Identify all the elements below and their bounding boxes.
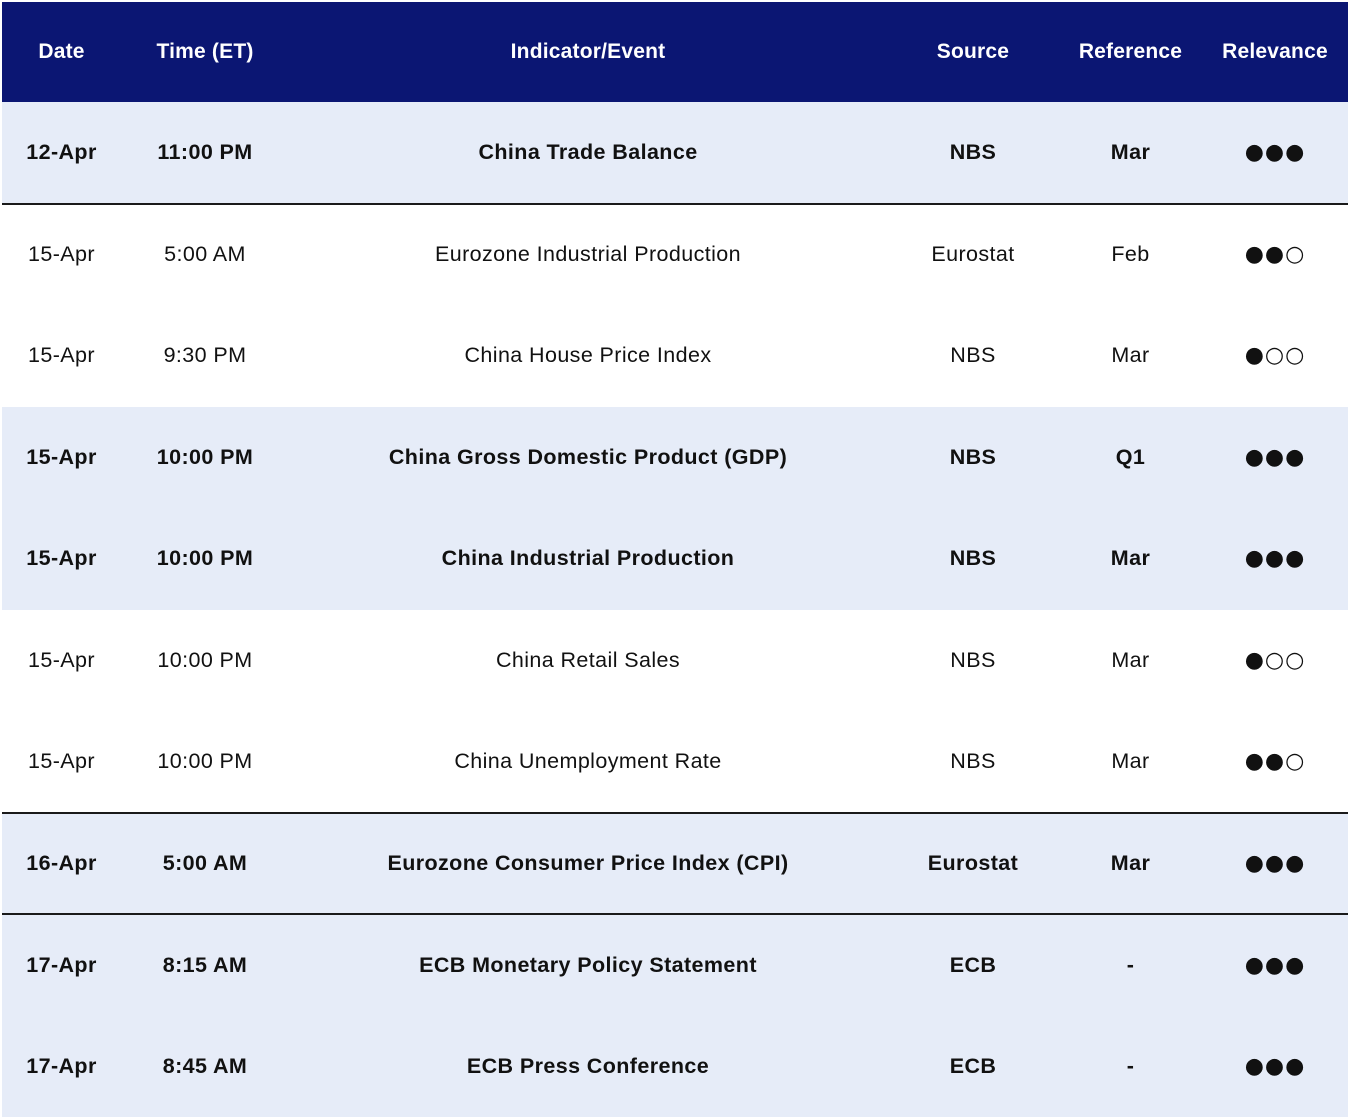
cell-reference: Mar	[1059, 305, 1202, 407]
cell-indicator: China Trade Balance	[289, 102, 887, 204]
cell-source: NBS	[887, 407, 1059, 509]
table-body: 12-Apr 11:00 PM China Trade Balance NBS …	[2, 102, 1348, 1117]
header-row: Date Time (ET) Indicator/Event Source Re…	[2, 2, 1348, 102]
cell-date: 15-Apr	[2, 407, 121, 509]
cell-reference: -	[1059, 914, 1202, 1016]
cell-relevance: ●●●	[1202, 508, 1348, 610]
cell-indicator: China Unemployment Rate	[289, 711, 887, 813]
cell-source: ECB	[887, 914, 1059, 1016]
cell-reference: Mar	[1059, 102, 1202, 204]
cell-source: NBS	[887, 508, 1059, 610]
header-relevance: Relevance	[1202, 2, 1348, 102]
cell-source: Eurostat	[887, 813, 1059, 915]
cell-time: 10:00 PM	[121, 711, 289, 813]
cell-time: 8:45 AM	[121, 1016, 289, 1117]
table-row: 15-Apr 10:00 PM China Unemployment Rate …	[2, 711, 1348, 813]
header-time: Time (ET)	[121, 2, 289, 102]
cell-reference: Mar	[1059, 711, 1202, 813]
cell-date: 15-Apr	[2, 508, 121, 610]
cell-date: 17-Apr	[2, 1016, 121, 1117]
cell-relevance: ●●●	[1202, 102, 1348, 204]
cell-time: 10:00 PM	[121, 610, 289, 712]
cell-reference: -	[1059, 1016, 1202, 1117]
cell-relevance: ●○○	[1202, 610, 1348, 712]
header-indicator: Indicator/Event	[289, 2, 887, 102]
cell-relevance: ●●●	[1202, 813, 1348, 915]
header-reference: Reference	[1059, 2, 1202, 102]
cell-time: 11:00 PM	[121, 102, 289, 204]
cell-source: Eurostat	[887, 204, 1059, 306]
cell-time: 8:15 AM	[121, 914, 289, 1016]
cell-time: 10:00 PM	[121, 407, 289, 509]
cell-relevance: ●●○	[1202, 711, 1348, 813]
cell-time: 5:00 AM	[121, 813, 289, 915]
table-row: 15-Apr 10:00 PM China Gross Domestic Pro…	[2, 407, 1348, 509]
cell-indicator: Eurozone Industrial Production	[289, 204, 887, 306]
cell-reference: Mar	[1059, 508, 1202, 610]
cell-indicator: ECB Press Conference	[289, 1016, 887, 1117]
header-source: Source	[887, 2, 1059, 102]
cell-relevance: ●●○	[1202, 204, 1348, 306]
table-row: 15-Apr 10:00 PM China Industrial Product…	[2, 508, 1348, 610]
cell-date: 15-Apr	[2, 305, 121, 407]
header-date: Date	[2, 2, 121, 102]
cell-source: NBS	[887, 610, 1059, 712]
cell-date: 16-Apr	[2, 813, 121, 915]
cell-reference: Feb	[1059, 204, 1202, 306]
cell-time: 5:00 AM	[121, 204, 289, 306]
table-header: Date Time (ET) Indicator/Event Source Re…	[2, 2, 1348, 102]
cell-date: 15-Apr	[2, 204, 121, 306]
cell-relevance: ●●●	[1202, 407, 1348, 509]
cell-indicator: China Gross Domestic Product (GDP)	[289, 407, 887, 509]
cell-indicator: ECB Monetary Policy Statement	[289, 914, 887, 1016]
cell-source: NBS	[887, 102, 1059, 204]
cell-source: NBS	[887, 711, 1059, 813]
table-row: 17-Apr 8:15 AM ECB Monetary Policy State…	[2, 914, 1348, 1016]
cell-source: ECB	[887, 1016, 1059, 1117]
economic-calendar-table: Date Time (ET) Indicator/Event Source Re…	[2, 2, 1348, 1117]
cell-reference: Mar	[1059, 610, 1202, 712]
table-row: 15-Apr 5:00 AM Eurozone Industrial Produ…	[2, 204, 1348, 306]
cell-time: 10:00 PM	[121, 508, 289, 610]
cell-source: NBS	[887, 305, 1059, 407]
cell-indicator: China House Price Index	[289, 305, 887, 407]
table-row: 15-Apr 9:30 PM China House Price Index N…	[2, 305, 1348, 407]
cell-reference: Mar	[1059, 813, 1202, 915]
cell-date: 12-Apr	[2, 102, 121, 204]
table-row: 17-Apr 8:45 AM ECB Press Conference ECB …	[2, 1016, 1348, 1117]
cell-indicator: China Industrial Production	[289, 508, 887, 610]
cell-indicator: China Retail Sales	[289, 610, 887, 712]
table-row: 12-Apr 11:00 PM China Trade Balance NBS …	[2, 102, 1348, 204]
table-row: 15-Apr 10:00 PM China Retail Sales NBS M…	[2, 610, 1348, 712]
table-row: 16-Apr 5:00 AM Eurozone Consumer Price I…	[2, 813, 1348, 915]
cell-relevance: ●●●	[1202, 914, 1348, 1016]
cell-date: 15-Apr	[2, 711, 121, 813]
cell-relevance: ●○○	[1202, 305, 1348, 407]
cell-relevance: ●●●	[1202, 1016, 1348, 1117]
cell-indicator: Eurozone Consumer Price Index (CPI)	[289, 813, 887, 915]
cell-reference: Q1	[1059, 407, 1202, 509]
cell-time: 9:30 PM	[121, 305, 289, 407]
cell-date: 15-Apr	[2, 610, 121, 712]
cell-date: 17-Apr	[2, 914, 121, 1016]
